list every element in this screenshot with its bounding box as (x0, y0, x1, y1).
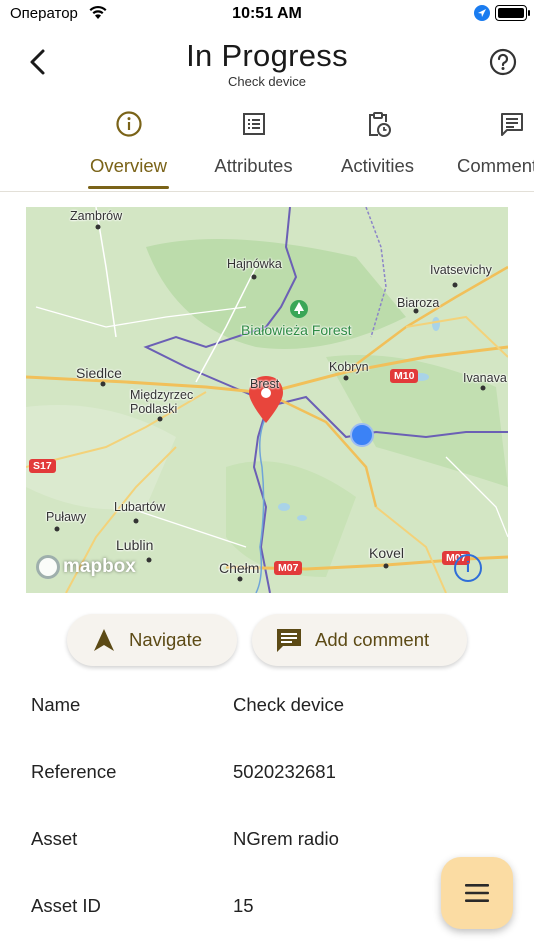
map-place-label: Kovel (369, 545, 405, 561)
detail-value: 5020232681 (233, 761, 336, 782)
tab-activities-label: Activities (341, 155, 414, 176)
map-view[interactable]: Zambrów Hajnówka Ivatsevichy Biaroza Bia… (26, 207, 508, 593)
map-attribution-info-button[interactable]: i (454, 554, 482, 582)
menu-icon (465, 884, 489, 902)
tab-comments[interactable]: Comments (457, 104, 534, 191)
tab-overview[interactable]: Overview (78, 104, 179, 191)
page-subtitle: Check device (227, 74, 307, 89)
map-place-label: Biaroza (397, 296, 440, 310)
navigation-arrow-icon (94, 629, 114, 651)
detail-key: Asset (31, 828, 78, 849)
navigate-button-label: Navigate (129, 629, 203, 650)
road-badge: M10 (390, 369, 419, 383)
map-place-label: Brest (250, 377, 280, 391)
tab-attributes[interactable]: Attributes (200, 104, 307, 191)
map-place-label: Białowieża Forest (241, 322, 352, 338)
status-time: 10:51 AM (232, 5, 302, 22)
detail-value: Check device (233, 694, 345, 715)
add-comment-button-label: Add comment (315, 629, 430, 650)
page-title: In Progress (186, 38, 348, 73)
detail-row-asset: Asset NGrem radio (0, 828, 534, 858)
tab-bar: Overview Attributes Activities Comments (0, 104, 534, 192)
help-button[interactable] (488, 47, 518, 77)
location-services-icon (474, 5, 490, 21)
info-icon (115, 111, 142, 137)
map-place-label: Lubartów (114, 500, 166, 514)
detail-row-reference: Reference 5020232681 (0, 761, 534, 791)
clipboard-clock-icon (368, 112, 391, 137)
detail-key: Reference (31, 761, 117, 782)
map-place-label: Puławy (46, 510, 87, 524)
status-bar: Оператор 10:51 AM (0, 0, 534, 30)
tab-activities[interactable]: Activities (328, 104, 427, 191)
user-location-dot (350, 423, 374, 447)
map-place-label: Chełm (219, 560, 260, 576)
detail-key: Asset ID (31, 895, 101, 916)
comment-icon (277, 629, 301, 652)
map-place-label: Lublin (116, 537, 154, 553)
detail-value: NGrem radio (233, 828, 339, 849)
mapbox-logo: mapbox (36, 555, 136, 579)
tab-comments-label: Comments (457, 155, 534, 176)
menu-fab-button[interactable] (441, 857, 513, 929)
help-circle-icon (489, 48, 517, 76)
detail-value: 15 (233, 895, 254, 916)
road-badge: S17 (29, 459, 56, 473)
map-place-label: Zambrów (70, 209, 123, 223)
detail-row-name: Name Check device (0, 694, 534, 724)
tab-attributes-label: Attributes (214, 155, 293, 176)
map-place-label: Siedlce (76, 365, 122, 381)
navigate-button[interactable]: Navigate (67, 614, 237, 666)
tab-active-indicator (88, 186, 169, 189)
tab-overview-label: Overview (89, 155, 168, 176)
detail-key: Name (31, 694, 81, 715)
list-icon (242, 113, 265, 135)
map-place-label: Międzyrzec Podlaski (130, 388, 194, 416)
map-place-label: Ivatsevichy (430, 263, 492, 277)
map-place-label: Kobryn (329, 360, 369, 374)
mapbox-mark-icon (36, 555, 60, 579)
road-badge: M07 (274, 561, 303, 575)
add-comment-button[interactable]: Add comment (252, 614, 467, 666)
map-place-label: Hajnówka (227, 257, 282, 271)
battery-icon (495, 5, 530, 21)
comment-icon (501, 113, 523, 136)
map-place-label: Ivanava (463, 371, 507, 385)
